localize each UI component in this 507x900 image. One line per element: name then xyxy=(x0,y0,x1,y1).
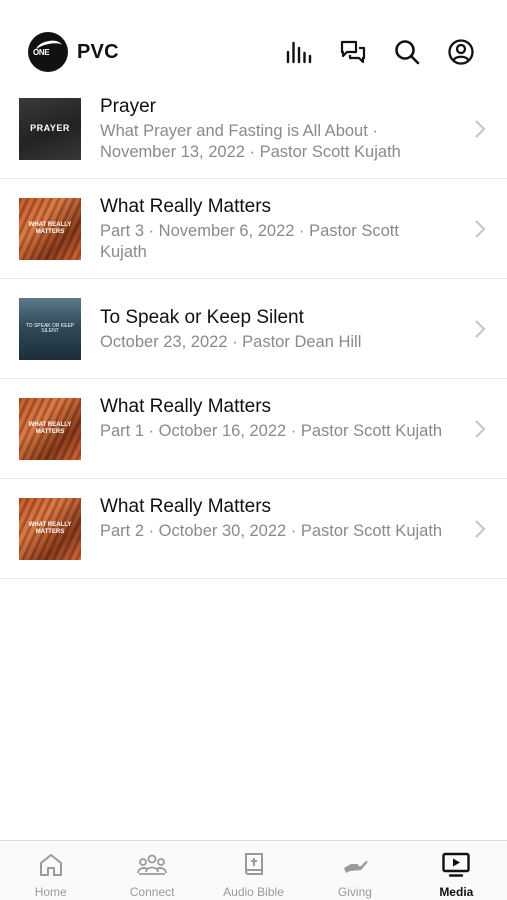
media-list-item[interactable]: WHAT REALLY MATTERS What Really Matters … xyxy=(0,179,507,279)
thumbnail-text: TO SPEAK OR KEEP SILENT xyxy=(25,322,75,334)
tab-media[interactable]: Media xyxy=(406,841,507,900)
bible-icon xyxy=(244,853,263,875)
media-thumbnail: TO SPEAK OR KEEP SILENT xyxy=(19,298,81,360)
thumbnail-text: WHAT REALLY MATTERS xyxy=(28,522,72,535)
equalizer-icon[interactable] xyxy=(285,38,313,66)
tab-connect[interactable]: Connect xyxy=(101,841,202,900)
media-thumbnail: WHAT REALLY MATTERS xyxy=(19,498,81,560)
bottom-tab-bar: Home Connect Audio Bible Giving Media xyxy=(0,840,507,900)
chat-icon[interactable] xyxy=(339,38,367,66)
tab-label: Media xyxy=(439,885,474,899)
chevron-right-icon xyxy=(475,220,486,238)
chevron-right-icon xyxy=(475,120,486,138)
tab-label: Connect xyxy=(129,885,175,899)
giving-hand-icon xyxy=(343,860,368,873)
search-icon[interactable] xyxy=(393,38,421,66)
tab-home[interactable]: Home xyxy=(0,841,101,900)
media-thumbnail: WHAT REALLY MATTERS xyxy=(19,398,81,460)
thumbnail-text: PRAYER xyxy=(30,123,70,134)
media-title: What Really Matters xyxy=(100,496,272,517)
tab-label: Giving xyxy=(337,885,372,899)
media-title: What Really Matters xyxy=(100,196,272,217)
media-title: What Really Matters xyxy=(100,396,272,417)
home-icon xyxy=(39,854,62,876)
media-title: To Speak or Keep Silent xyxy=(100,307,304,328)
church-logo[interactable]: ONE xyxy=(28,32,68,72)
chevron-right-icon xyxy=(475,320,486,338)
logo-text: ONE xyxy=(33,48,50,57)
media-list-item[interactable]: WHAT REALLY MATTERS What Really Matters … xyxy=(0,379,507,479)
media-play-icon xyxy=(442,852,471,877)
media-list-item[interactable]: WHAT REALLY MATTERS What Really Matters … xyxy=(0,479,507,579)
thumbnail-text: WHAT REALLY MATTERS xyxy=(28,222,72,235)
media-thumbnail: PRAYER xyxy=(19,98,81,160)
media-subtitle: Part 1 · October 16, 2022 · Pastor Scott… xyxy=(100,422,443,440)
media-list-item[interactable]: TO SPEAK OR KEEP SILENT To Speak or Keep… xyxy=(0,279,507,379)
media-title: Prayer xyxy=(100,96,156,117)
tab-giving[interactable]: Giving xyxy=(304,841,405,900)
chevron-right-icon xyxy=(475,520,486,538)
media-thumbnail: WHAT REALLY MATTERS xyxy=(19,198,81,260)
app-title: PVC xyxy=(77,41,119,63)
thumbnail-text: WHAT REALLY MATTERS xyxy=(28,422,72,435)
people-icon xyxy=(137,854,168,875)
tab-audio-bible[interactable]: Audio Bible xyxy=(203,841,304,900)
media-subtitle: October 23, 2022 · Pastor Dean Hill xyxy=(100,333,362,351)
tab-label: Audio Bible xyxy=(223,885,284,899)
media-list: PRAYER Prayer What Prayer and Fasting is… xyxy=(0,79,507,579)
media-subtitle: Part 3 · November 6, 2022 · Pastor Scott… xyxy=(100,222,399,261)
media-subtitle: What Prayer and Fasting is All About · N… xyxy=(100,122,401,161)
media-list-item[interactable]: PRAYER Prayer What Prayer and Fasting is… xyxy=(0,79,507,179)
profile-icon[interactable] xyxy=(447,38,475,66)
media-subtitle: Part 2 · October 30, 2022 · Pastor Scott… xyxy=(100,522,443,540)
tab-label: Home xyxy=(34,885,67,899)
chevron-right-icon xyxy=(475,420,486,438)
